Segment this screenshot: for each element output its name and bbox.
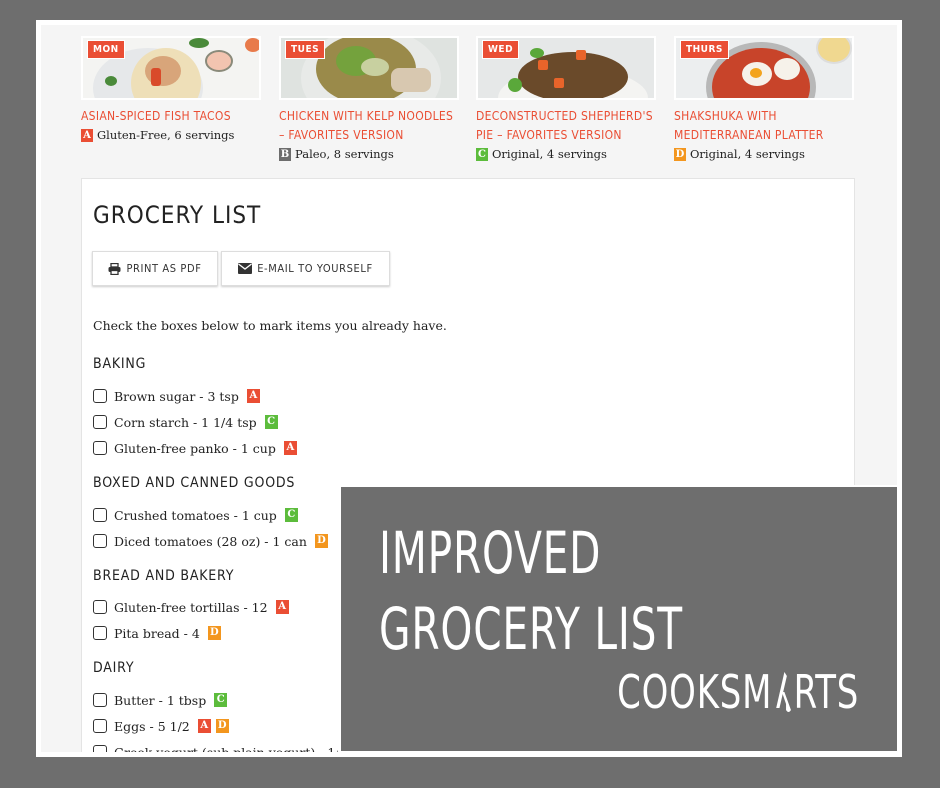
meal-title[interactable]: CHICKEN WITH KELP NOODLES – FAVORITES VE… [279,107,459,145]
meal-title[interactable]: SHAKSHUKA WITH MEDITERRANEAN PLATTER [674,107,854,145]
recipe-tag-a: A [246,389,260,403]
email-yourself-button[interactable]: E-MAIL TO YOURSELF [221,251,390,286]
item-label: Diced tomatoes (28 oz) - 1 can [114,533,307,549]
instructions-text: Check the boxes below to mark items you … [93,318,447,333]
item-checkbox[interactable] [93,719,107,733]
section-heading-bread-bakery: BREAD AND BAKERY [93,568,235,584]
meal-image-fish-tacos[interactable]: MON [81,36,261,100]
meal-subtitle: A Gluten-Free, 6 servings [81,126,261,144]
recipe-tag-b: B [279,147,291,161]
meal-diet-servings: Original, 4 servings [492,147,607,161]
day-badge: THURS [680,40,729,59]
meal-image-kelp-noodles[interactable]: TUES [279,36,459,100]
item-label: Eggs - 5 1/2 [114,718,190,734]
printer-icon [108,262,121,275]
day-badge: MON [87,40,125,59]
recipe-tag-d: D [674,147,686,161]
recipe-tag-a: A [197,719,211,733]
grocery-item[interactable]: Butter - 1 tbsp C [93,691,228,709]
meal-cards: MON ASIAN-SPICED FISH TACOS A Gluten-Fre… [81,36,861,176]
item-label: Gluten-free panko - 1 cup [114,440,276,456]
recipe-tag-a: A [81,128,93,142]
recipe-tag-d: D [215,719,229,733]
day-badge: TUES [285,40,326,59]
meal-subtitle: C Original, 4 servings [476,145,656,163]
logo-text-end: RTS [793,665,859,719]
item-checkbox[interactable] [93,745,107,752]
recipe-tag-d: D [207,626,221,640]
item-checkbox[interactable] [93,389,107,403]
section-heading-dairy: DAIRY [93,660,135,676]
meal-card-thurs[interactable]: THURS SHAKSHUKA WITH MEDITERRANEAN PLATT… [674,36,854,163]
recipe-tag-a: A [275,600,289,614]
meal-card-tues[interactable]: TUES CHICKEN WITH KELP NOODLES – FAVORIT… [279,36,459,163]
section-heading-baking: BAKING [93,356,147,372]
meal-subtitle: B Paleo, 8 servings [279,145,459,163]
meal-diet-servings: Original, 4 servings [690,147,805,161]
grocery-item[interactable]: Brown sugar - 3 tsp A [93,387,260,405]
recipe-tag-c: C [476,147,488,161]
item-label: Butter - 1 tbsp [114,692,207,708]
grocery-item[interactable]: Diced tomatoes (28 oz) - 1 can D [93,532,328,550]
item-label: Greek yogurt (sub plain yogurt) - 1/2 c [114,744,359,753]
grocery-item[interactable]: Crushed tomatoes - 1 cup C [93,506,298,524]
grocery-item[interactable]: Corn starch - 1 1/4 tsp C [93,413,278,431]
banner-title-line2: GROCERY LIST [379,595,683,663]
grocery-item[interactable]: Eggs - 5 1/2 A D [93,717,229,735]
item-label: Crushed tomatoes - 1 cup [114,507,277,523]
meal-title[interactable]: DECONSTRUCTED SHEPHERD'S PIE – FAVORITES… [476,107,656,145]
print-pdf-label: PRINT AS PDF [126,262,202,275]
item-checkbox[interactable] [93,441,107,455]
grocery-item[interactable]: Gluten-free tortillas - 12 A [93,598,289,616]
print-pdf-button[interactable]: PRINT AS PDF [92,251,218,286]
cooksmarts-logo: COOKSM RTS [617,667,859,717]
overlay-banner: IMPROVED GROCERY LIST COOKSM RTS [341,487,897,751]
item-checkbox[interactable] [93,415,107,429]
grocery-item[interactable]: Greek yogurt (sub plain yogurt) - 1/2 c [93,743,358,752]
item-label: Brown sugar - 3 tsp [114,388,239,404]
item-checkbox[interactable] [93,693,107,707]
recipe-tag-d: D [314,534,328,548]
meal-diet-servings: Paleo, 8 servings [295,147,394,161]
item-checkbox[interactable] [93,600,107,614]
item-label: Corn starch - 1 1/4 tsp [114,414,257,430]
meal-title[interactable]: ASIAN-SPICED FISH TACOS [81,107,261,126]
grocery-list-title: GROCERY LIST [93,201,262,229]
email-yourself-label: E-MAIL TO YOURSELF [257,262,373,275]
section-heading-boxed-canned: BOXED AND CANNED GOODS [93,475,296,491]
banner-title-line1: IMPROVED [379,519,602,587]
meal-image-shepherds-pie[interactable]: WED [476,36,656,100]
item-label: Gluten-free tortillas - 12 [114,599,268,615]
meal-diet-servings: Gluten-Free, 6 servings [97,128,235,142]
item-checkbox[interactable] [93,626,107,640]
item-label: Pita bread - 4 [114,625,200,641]
recipe-tag-c: C [214,693,228,707]
knife-fork-icon [776,672,791,712]
grocery-item[interactable]: Pita bread - 4 D [93,624,221,642]
envelope-icon [238,263,253,274]
meal-card-wed[interactable]: WED DECONSTRUCTED SHEPHERD'S PIE – FAVOR… [476,36,656,163]
meal-subtitle: D Original, 4 servings [674,145,854,163]
meal-image-shakshuka[interactable]: THURS [674,36,854,100]
recipe-tag-c: C [284,508,298,522]
grocery-item[interactable]: Gluten-free panko - 1 cup A [93,439,297,457]
meal-card-mon[interactable]: MON ASIAN-SPICED FISH TACOS A Gluten-Fre… [81,36,261,144]
recipe-tag-c: C [264,415,278,429]
banner-title: IMPROVED GROCERY LIST [379,515,683,667]
item-checkbox[interactable] [93,508,107,522]
item-checkbox[interactable] [93,534,107,548]
recipe-tag-a: A [283,441,297,455]
day-badge: WED [482,40,520,59]
logo-text-start: COOKSM [616,665,773,719]
